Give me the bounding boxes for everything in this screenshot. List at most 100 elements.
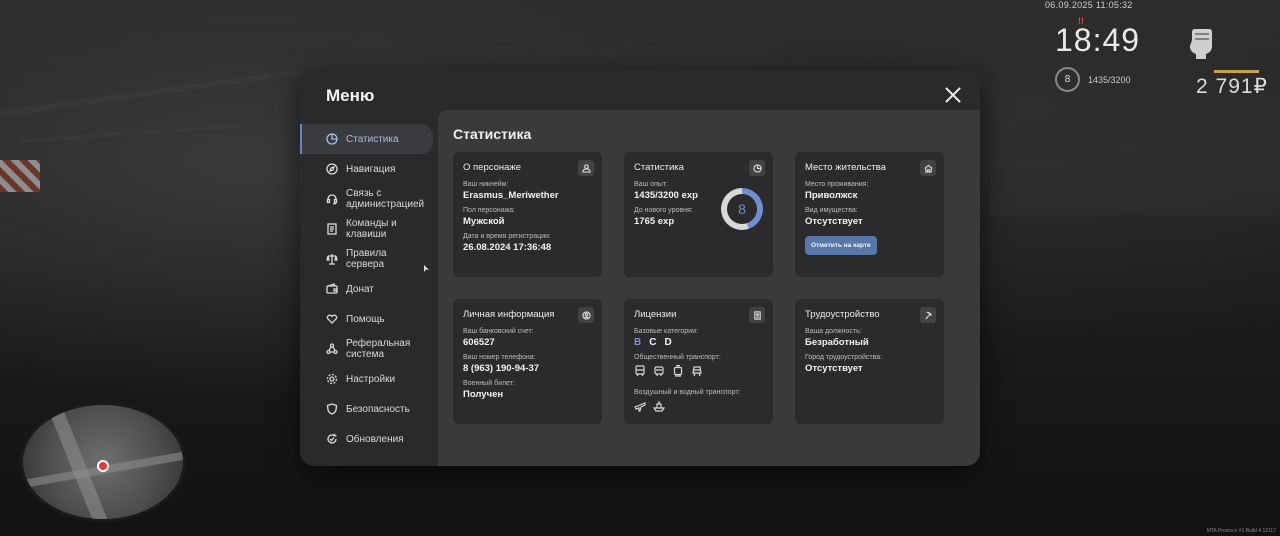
close-button[interactable] <box>944 86 962 104</box>
sidebar-item-referral[interactable]: Реферальная система <box>300 334 438 364</box>
pie-chart-icon <box>326 133 338 145</box>
registration-label: Дата и время регистрации: <box>463 233 551 240</box>
sidebar-item-updates[interactable]: Обновления <box>300 424 438 454</box>
sidebar-item-rules[interactable]: Правила сервера <box>300 244 438 274</box>
refresh-icon <box>326 433 338 445</box>
phone-value: 8 (963) 190-94-37 <box>463 363 540 374</box>
content-panel: Статистика О персонаже Ваш никнейм: Eras… <box>438 110 980 466</box>
license-category-b: B <box>634 337 642 348</box>
fist-icon <box>1186 26 1216 60</box>
employment-city-value: Отсутствует <box>805 363 863 374</box>
document-icon <box>326 223 338 235</box>
gear-icon <box>326 373 338 385</box>
level-progress-ring: 8 <box>721 188 763 230</box>
position-value: Безработный <box>805 337 869 348</box>
bank-account-label: Ваш банковский счет: <box>463 328 534 335</box>
license-category-c: C <box>649 337 657 348</box>
military-id-label: Военный билет: <box>463 380 515 387</box>
property-value: Отсутствует <box>805 216 863 227</box>
compass-icon <box>326 163 338 175</box>
card-character: О персонаже Ваш никнейм: Erasmus_Meriwet… <box>453 152 602 277</box>
boat-icon <box>652 399 666 417</box>
card-title: Трудоустройство <box>805 309 880 320</box>
player-marker-icon <box>97 460 109 472</box>
gender-label: Пол персонажа: <box>463 207 516 214</box>
hud-build: MTA Province #1 Build 4.12117 <box>1206 528 1276 534</box>
scales-icon <box>326 253 338 265</box>
shield-icon <box>326 403 338 415</box>
sidebar-item-statistics[interactable]: Статистика <box>300 124 433 154</box>
bus-icon <box>634 364 646 382</box>
trolleybus-icon <box>653 364 665 382</box>
pickaxe-icon <box>920 307 936 323</box>
hud-money: 2 791₽ <box>1196 75 1268 98</box>
card-residence: Место жительства Место проживания: Приво… <box>795 152 944 277</box>
menu-modal: Меню Статистика Навигация Связь с админи… <box>300 70 980 466</box>
sidebar-item-commands[interactable]: Команды и клавиши <box>300 214 438 244</box>
hud-money-bar <box>1214 70 1259 73</box>
card-title: Лицензии <box>634 309 677 320</box>
sidebar-item-label: Помощь <box>346 313 385 325</box>
sidebar-item-admin-contact[interactable]: Связь с администрацией <box>300 184 438 214</box>
license-categories: B C D <box>634 337 763 348</box>
hud-level: 8 1435/3200 <box>1055 67 1131 92</box>
public-transport-icons <box>634 364 763 382</box>
tram-icon <box>672 364 684 382</box>
sidebar-item-label: Реферальная система <box>346 338 411 360</box>
background-barrier <box>0 160 40 192</box>
card-title: О персонаже <box>463 162 522 173</box>
nickname-value: Erasmus_Meriwether <box>463 190 559 201</box>
gender-value: Мужской <box>463 216 505 227</box>
sidebar-item-navigation[interactable]: Навигация <box>300 154 438 184</box>
sidebar-item-label: Команды и клавиши <box>346 218 397 240</box>
sidebar-item-label: Статистика <box>346 133 399 145</box>
residence-place-value: Приволжск <box>805 190 858 201</box>
registration-value: 26.08.2024 17:36:48 <box>463 242 552 253</box>
user-icon <box>578 160 594 176</box>
employment-city-label: Город трудоустройства: <box>805 354 883 361</box>
phone-label: Ваш номер телефона: <box>463 354 536 361</box>
level-number: 8 <box>727 194 757 224</box>
pie-chart-icon <box>749 160 765 176</box>
card-title: Место жительства <box>805 162 886 173</box>
sidebar-item-settings[interactable]: Настройки <box>300 364 438 394</box>
air-water-transport-icons <box>634 399 763 417</box>
card-employment: Трудоустройство Ваша должность: Безработ… <box>795 299 944 424</box>
hud-exp: 1435/3200 <box>1088 74 1131 85</box>
public-transport-label: Общественный транспорт: <box>634 354 721 361</box>
card-title: Статистика <box>634 162 684 173</box>
home-icon <box>920 160 936 176</box>
id-card-icon <box>749 307 765 323</box>
sidebar-item-label: Донат <box>346 283 374 295</box>
property-label: Вид имущества: <box>805 207 858 214</box>
sidebar-item-label: Связь с администрацией <box>346 188 425 210</box>
sidebar-item-label: Правила сервера <box>346 248 387 270</box>
card-title: Личная информация <box>463 309 555 320</box>
heart-hands-icon <box>326 313 338 325</box>
card-personal-info: Личная информация Ваш банковский счет: 6… <box>453 299 602 424</box>
bank-account-value: 606527 <box>463 337 495 348</box>
air-water-transport-label: Воздушный и водный транспорт: <box>634 389 741 396</box>
hud-datetime: 06.09.2025 11:05:32 <box>1045 0 1133 10</box>
background-structure <box>20 120 280 144</box>
sidebar-item-help[interactable]: Помощь <box>300 304 438 334</box>
wallet-icon <box>326 283 338 295</box>
nickname-label: Ваш никнейм: <box>463 181 509 188</box>
sidebar-item-label: Навигация <box>346 163 396 175</box>
hud-clock: 18:49 <box>1055 22 1141 58</box>
background-building <box>990 95 1280 215</box>
exp-label: Ваш опыт: <box>634 181 668 188</box>
user-circle-icon <box>578 307 594 323</box>
sidebar-item-donate[interactable]: Донат <box>300 274 438 304</box>
content-title: Статистика <box>453 126 532 142</box>
mark-on-map-button[interactable]: Отметить на карте <box>805 236 877 255</box>
position-label: Ваша должность: <box>805 328 862 335</box>
modal-title: Меню <box>326 86 375 105</box>
card-statistics: Статистика Ваш опыт: 1435/3200 exp До но… <box>624 152 773 277</box>
sidebar-item-security[interactable]: Безопасность <box>300 394 438 424</box>
base-categories-label: Базовые категории: <box>634 328 698 335</box>
sidebar-item-label: Безопасность <box>346 403 410 415</box>
minimap <box>20 402 186 522</box>
sidebar: Статистика Навигация Связь с администрац… <box>300 124 438 454</box>
sidebar-item-label: Обновления <box>346 433 404 445</box>
